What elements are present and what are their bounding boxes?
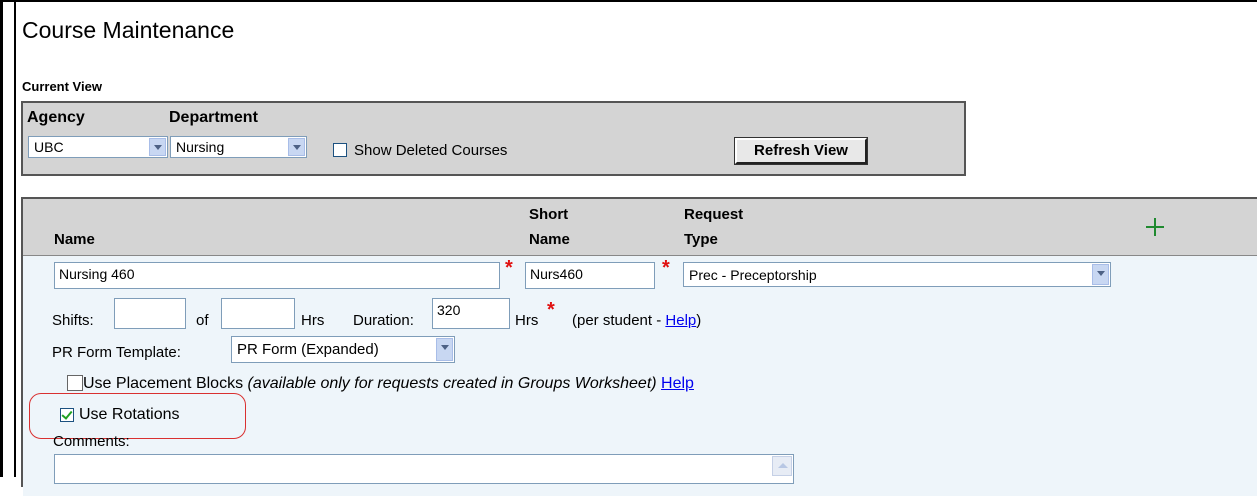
per-student-prefix: (per student - (572, 312, 666, 329)
current-view-label: Current View (22, 79, 102, 94)
left-border (14, 0, 16, 477)
header-request-type-line1: Request (684, 206, 744, 223)
duration-unit: Hrs (515, 312, 539, 329)
duration-label: Duration: (353, 312, 414, 329)
required-asterisk: * (547, 299, 555, 321)
short-name-input[interactable]: Nurs460 (525, 262, 655, 289)
department-select[interactable]: Nursing (170, 136, 307, 158)
request-type-value: Prec - Preceptorship (689, 267, 817, 283)
short-name-value: Nurs460 (530, 266, 583, 282)
placement-blocks-row: Use Placement Blocks (available only for… (83, 375, 694, 393)
shifts-label: Shifts: (52, 312, 94, 329)
request-type-select[interactable]: Prec - Preceptorship (683, 262, 1111, 287)
comments-label: Comments: (53, 433, 130, 450)
course-name-input[interactable]: Nursing 460 (54, 262, 500, 289)
required-asterisk: * (662, 257, 670, 279)
course-name-value: Nursing 460 (59, 266, 135, 282)
department-label: Department (169, 109, 258, 126)
shifts-input[interactable] (114, 298, 186, 329)
per-student-help-link[interactable]: Help (665, 312, 696, 329)
comments-textarea[interactable] (54, 454, 794, 484)
pr-form-label: PR Form Template: (52, 344, 181, 361)
scroll-up-icon[interactable] (772, 456, 792, 476)
duration-input[interactable]: 320 (432, 298, 510, 329)
header-short-name-line2: Name (529, 231, 570, 248)
per-student-note: (per student - Help) (572, 312, 701, 329)
agency-label: Agency (27, 109, 85, 126)
header-short-name-line1: Short (529, 206, 569, 223)
refresh-view-button[interactable]: Refresh View (734, 137, 868, 165)
chevron-down-icon[interactable] (288, 138, 305, 156)
duration-value: 320 (437, 302, 461, 318)
show-deleted-label: Show Deleted Courses (354, 142, 508, 159)
page-title: Course Maintenance (22, 17, 235, 43)
chevron-down-icon[interactable] (1092, 264, 1109, 285)
show-deleted-checkbox[interactable] (333, 143, 347, 157)
course-grid: Name Short Name Request Type (21, 197, 1257, 496)
placement-blocks-note: (available only for requests created in … (247, 375, 657, 392)
department-select-value: Nursing (176, 139, 225, 155)
add-course-icon[interactable] (1146, 218, 1164, 236)
of-label: of (196, 312, 209, 329)
pr-form-value: PR Form (Expanded) (237, 341, 379, 358)
header-name: Name (54, 231, 95, 248)
pr-form-select[interactable]: PR Form (Expanded) (231, 336, 455, 363)
current-view-panel: Agency Department UBC Nursing Show Delet… (21, 101, 966, 176)
required-asterisk: * (505, 257, 513, 279)
hrs-input[interactable] (221, 298, 295, 329)
chevron-down-icon[interactable] (149, 138, 166, 156)
grid-header: Name Short Name Request Type (23, 199, 1257, 256)
chevron-down-icon[interactable] (436, 338, 453, 361)
placement-blocks-help-link[interactable]: Help (661, 375, 694, 392)
hrs-label: Hrs (301, 312, 325, 329)
placement-blocks-label: Use Placement Blocks (83, 375, 244, 392)
placement-blocks-checkbox[interactable] (67, 375, 83, 391)
per-student-suffix: ) (696, 312, 702, 329)
agency-select[interactable]: UBC (28, 136, 168, 158)
header-request-type-line2: Type (684, 231, 718, 248)
agency-select-value: UBC (34, 139, 64, 155)
